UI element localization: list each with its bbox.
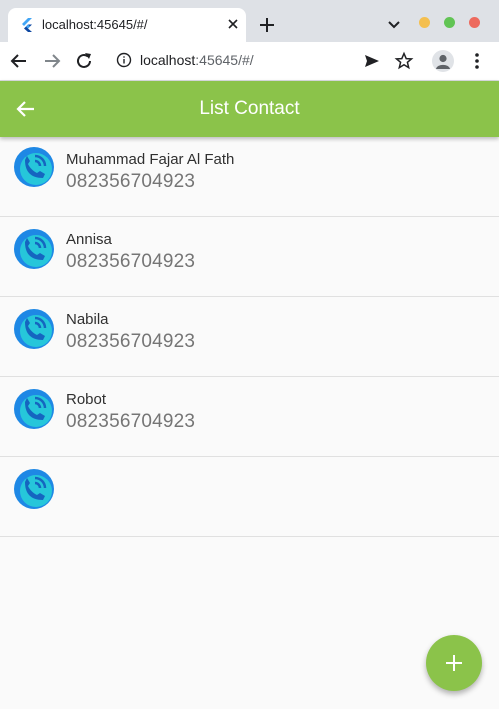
contact-item[interactable]: Robot 082356704923 bbox=[0, 377, 499, 457]
chevron-down-icon[interactable] bbox=[386, 17, 402, 33]
url-host: localhost bbox=[140, 52, 196, 68]
contact-name: Nabila bbox=[66, 311, 109, 328]
close-tab-icon[interactable] bbox=[224, 15, 242, 33]
page-title: List Contact bbox=[199, 98, 300, 119]
profile-avatar-icon[interactable] bbox=[432, 50, 454, 72]
contact-item[interactable] bbox=[0, 457, 499, 537]
phone-call-icon bbox=[14, 309, 54, 349]
minimize-window-button[interactable] bbox=[419, 17, 430, 28]
close-window-button[interactable] bbox=[469, 17, 480, 28]
contact-list: Muhammad Fajar Al Fath 082356704923 Anni… bbox=[0, 137, 499, 709]
info-icon[interactable] bbox=[116, 52, 132, 68]
star-icon[interactable] bbox=[394, 51, 414, 71]
plus-icon bbox=[446, 655, 462, 671]
more-vert-icon[interactable] bbox=[467, 51, 487, 71]
add-contact-button[interactable] bbox=[426, 635, 482, 691]
flutter-icon bbox=[22, 18, 32, 32]
phone-call-icon bbox=[14, 147, 54, 187]
contact-item[interactable]: Annisa 082356704923 bbox=[0, 217, 499, 297]
browser-tab[interactable]: localhost:45645/#/ bbox=[8, 8, 246, 42]
address-bar[interactable]: localhost:45645/#/ bbox=[140, 52, 254, 68]
forward-icon[interactable] bbox=[42, 51, 62, 71]
browser-tab-strip: localhost:45645/#/ bbox=[0, 0, 499, 42]
contact-name: Muhammad Fajar Al Fath bbox=[66, 151, 235, 168]
contact-phone: 082356704923 bbox=[66, 331, 196, 352]
back-icon[interactable] bbox=[9, 51, 29, 71]
send-icon[interactable] bbox=[362, 51, 382, 71]
contact-name: Annisa bbox=[66, 231, 112, 248]
phone-call-icon bbox=[14, 229, 54, 269]
contact-phone: 082356704923 bbox=[66, 171, 196, 192]
maximize-window-button[interactable] bbox=[444, 17, 455, 28]
reload-icon[interactable] bbox=[74, 51, 94, 71]
contact-phone: 082356704923 bbox=[66, 251, 196, 272]
browser-toolbar: localhost:45645/#/ bbox=[0, 42, 499, 81]
contact-phone: 082356704923 bbox=[66, 411, 196, 432]
new-tab-button[interactable] bbox=[256, 14, 278, 36]
app-bar: List Contact bbox=[0, 81, 499, 137]
contact-name: Robot bbox=[66, 391, 107, 408]
tab-title: localhost:45645/#/ bbox=[42, 17, 148, 32]
phone-call-icon bbox=[14, 469, 54, 509]
contact-item[interactable]: Muhammad Fajar Al Fath 082356704923 bbox=[0, 137, 499, 217]
phone-call-icon bbox=[14, 389, 54, 429]
url-path: :45645/#/ bbox=[195, 52, 254, 68]
contact-item[interactable]: Nabila 082356704923 bbox=[0, 297, 499, 377]
